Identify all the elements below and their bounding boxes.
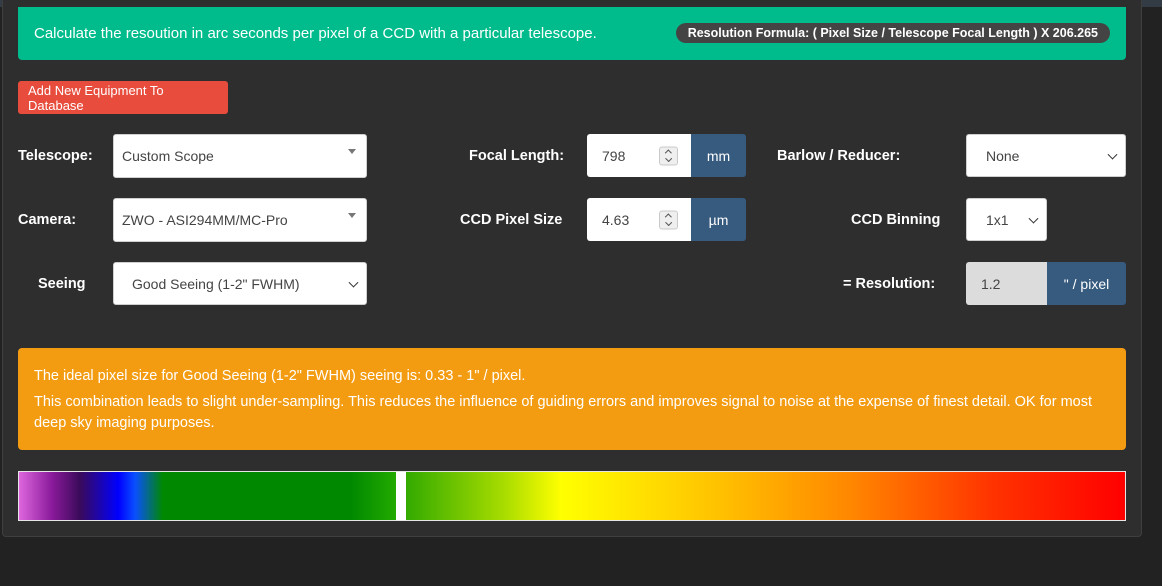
camera-select-value: ZWO - ASI294MM/MC-Pro [122, 212, 288, 228]
formula-badge: Resolution Formula: ( Pixel Size / Teles… [675, 23, 1110, 43]
barlow-select-value: None [986, 147, 1020, 164]
caret-down-icon [348, 149, 356, 154]
camera-label: Camera: [18, 212, 77, 228]
focal-length-label: Focal Length: [469, 148, 565, 164]
seeing-select-value: Good Seeing (1-2" FWHM) [132, 275, 300, 292]
resolution-label: = Resolution: [843, 276, 936, 292]
focal-length-unit: mm [691, 134, 746, 177]
sampling-advice-alert: The ideal pixel size for Good Seeing (1-… [18, 348, 1126, 450]
add-equipment-button[interactable]: Add New Equipment To Database [18, 81, 228, 114]
binning-label: CCD Binning [851, 212, 941, 228]
telescope-select[interactable]: Custom Scope [113, 134, 367, 178]
pixel-size-input[interactable]: 4.63 [587, 198, 691, 241]
telescope-label: Telescope: [18, 148, 93, 164]
sampling-spectrum-bar [18, 471, 1126, 521]
seeing-select[interactable]: Good Seeing (1-2" FWHM) [113, 262, 367, 305]
binning-select[interactable]: 1x1 [966, 198, 1047, 241]
pixel-size-label: CCD Pixel Size [460, 212, 563, 228]
info-banner: Calculate the resoution in arc seconds p… [18, 7, 1126, 60]
number-spinner-icon[interactable] [659, 210, 678, 229]
camera-select[interactable]: ZWO - ASI294MM/MC-Pro [113, 198, 367, 242]
resolution-output: 1.2 [966, 262, 1047, 305]
chevron-down-icon [1107, 149, 1118, 160]
advice-ideal-pixel-text: The ideal pixel size for Good Seeing (1-… [34, 368, 526, 384]
chevron-down-icon [1028, 213, 1039, 224]
number-spinner-icon[interactable] [659, 146, 678, 165]
banner-description: Calculate the resoution in arc seconds p… [34, 25, 597, 42]
pixel-size-unit: µm [691, 198, 746, 241]
chevron-down-icon [348, 277, 359, 288]
barlow-label: Barlow / Reducer: [777, 148, 901, 164]
seeing-label: Seeing [38, 276, 86, 292]
spectrum-position-marker [396, 472, 406, 520]
resolution-value: 1.2 [981, 275, 1001, 292]
pixel-size-value: 4.63 [602, 211, 630, 228]
focal-length-value: 798 [602, 147, 626, 164]
advice-sampling-text: This combination leads to slight under-s… [34, 393, 1092, 432]
binning-select-value: 1x1 [986, 211, 1009, 228]
caret-down-icon [348, 213, 356, 218]
resolution-unit: " / pixel [1047, 262, 1126, 305]
focal-length-input[interactable]: 798 [587, 134, 691, 177]
barlow-select[interactable]: None [966, 134, 1126, 177]
telescope-select-value: Custom Scope [122, 148, 214, 164]
